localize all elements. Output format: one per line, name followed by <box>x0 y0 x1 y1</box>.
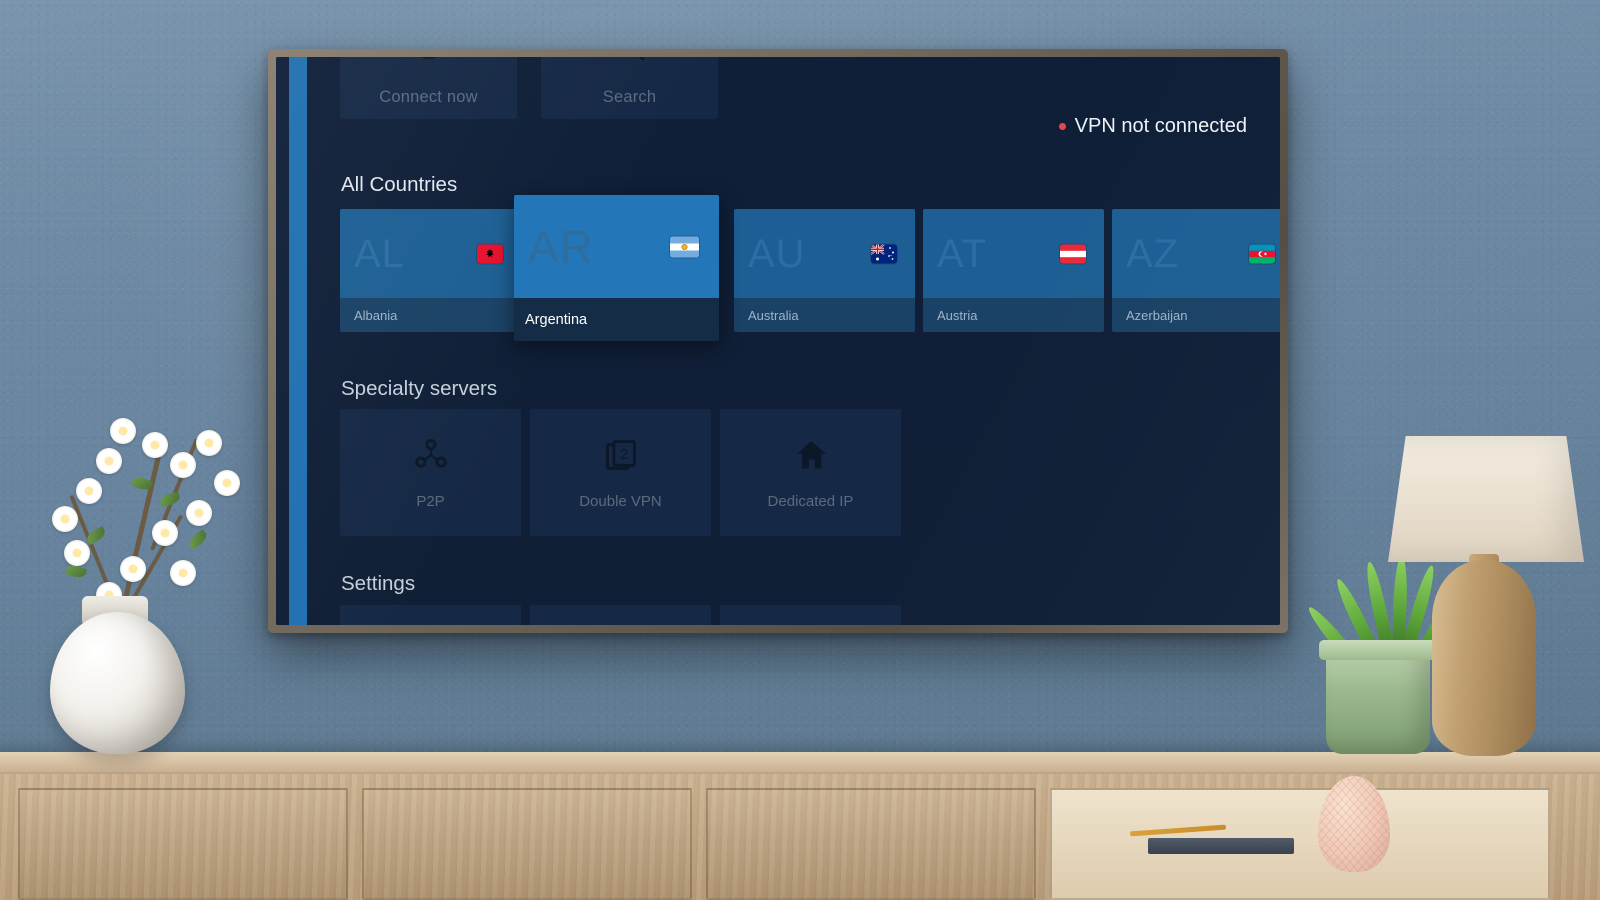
section-title-settings: Settings <box>341 572 416 595</box>
sideboard-door <box>706 788 1036 900</box>
settings-card[interactable] <box>340 605 521 625</box>
blossom <box>170 452 196 478</box>
country-code: AZ <box>1126 231 1180 276</box>
blossom <box>214 470 240 496</box>
specialty-label: P2P <box>416 492 445 510</box>
search-button[interactable]: Search <box>541 57 718 119</box>
section-title-countries: All Countries <box>341 173 458 196</box>
search-label: Search <box>602 88 657 106</box>
sideboard-top <box>0 752 1600 774</box>
country-code: AT <box>937 231 988 276</box>
country-card-azerbaijan[interactable]: AZ Azerbaijan <box>1112 209 1280 332</box>
settings-card[interactable] <box>530 605 711 625</box>
specialty-server-list: P2P 2 Double VPN Dedicated IP <box>340 409 901 536</box>
country-card-top: AZ <box>1112 209 1280 298</box>
notebook <box>1148 838 1294 854</box>
specialty-card-double-vpn[interactable]: 2 Double VPN <box>530 409 711 536</box>
blossom <box>76 478 102 504</box>
blossom <box>142 432 168 458</box>
status-badge: VPN not connected <box>1058 115 1247 138</box>
country-card-top: AT <box>923 209 1104 298</box>
specialty-label: Double VPN <box>579 492 662 510</box>
country-name: Australia <box>734 298 915 332</box>
settings-list <box>340 605 901 625</box>
country-card-albania[interactable]: AL Albania <box>340 209 521 332</box>
blossom <box>52 506 78 532</box>
svg-text:2: 2 <box>619 446 627 463</box>
blossom <box>186 500 212 526</box>
top-actions: Connect now Search <box>340 57 718 119</box>
country-card-argentina[interactable]: AR Argentina <box>514 195 719 341</box>
country-list: AL Albania AU Australia AT Austria AZ Az… <box>340 195 1280 341</box>
argentina-flag <box>670 236 699 257</box>
settings-card[interactable] <box>720 605 901 625</box>
sideboard-door <box>18 788 348 900</box>
specialty-card-p2p[interactable]: P2P <box>340 409 521 536</box>
blossom <box>152 520 178 546</box>
country-name: Argentina <box>514 298 719 341</box>
double-vpn-icon: 2 <box>602 436 640 479</box>
country-name: Albania <box>340 298 521 332</box>
specialty-card-dedicated-ip[interactable]: Dedicated IP <box>720 409 901 536</box>
azerbaijan-flag <box>1249 244 1275 263</box>
lamp-base <box>1432 560 1536 756</box>
plant-pot <box>1319 640 1437 754</box>
country-name: Austria <box>923 298 1104 332</box>
blossom <box>120 556 146 582</box>
search-icon <box>613 57 647 68</box>
country-card-top: AL <box>340 209 521 298</box>
country-code: AL <box>354 231 405 276</box>
tv-screen: Connect now Search VPN not connected All… <box>276 57 1280 625</box>
specialty-label: Dedicated IP <box>767 492 854 510</box>
country-card-austria[interactable]: AT Austria <box>923 209 1104 332</box>
status-text: VPN not connected <box>1074 115 1247 137</box>
austria-flag <box>1060 244 1086 263</box>
room-scene: Connect now Search VPN not connected All… <box>0 0 1600 900</box>
country-name: Azerbaijan <box>1112 298 1280 332</box>
p2p-icon <box>412 436 450 479</box>
sideboard-shelf <box>1050 788 1550 900</box>
connect-now-button[interactable]: Connect now <box>340 57 517 119</box>
dedicated-ip-icon <box>792 436 830 479</box>
lamp-shade <box>1388 436 1584 562</box>
television: Connect now Search VPN not connected All… <box>268 49 1288 633</box>
country-code: AU <box>748 231 806 276</box>
section-title-specialty: Specialty servers <box>341 377 498 400</box>
app-content: Connect now Search VPN not connected All… <box>340 57 1280 625</box>
country-card-top: AR <box>514 195 719 298</box>
sideboard-door <box>362 788 692 900</box>
australia-flag <box>871 244 897 263</box>
status-dot-icon <box>1058 123 1066 130</box>
country-code: AR <box>528 220 594 273</box>
country-card-top: AU <box>734 209 915 298</box>
albania-flag <box>477 244 503 263</box>
country-card-australia[interactable]: AU Australia <box>734 209 915 332</box>
vpn-app: Connect now Search VPN not connected All… <box>276 57 1280 625</box>
power-icon <box>412 57 446 68</box>
blossom <box>96 448 122 474</box>
sidebar-rail[interactable] <box>289 57 307 625</box>
blossom <box>170 560 196 586</box>
blossom <box>64 540 90 566</box>
blossom <box>196 430 222 456</box>
connect-now-label: Connect now <box>379 88 478 106</box>
blossom <box>110 418 136 444</box>
